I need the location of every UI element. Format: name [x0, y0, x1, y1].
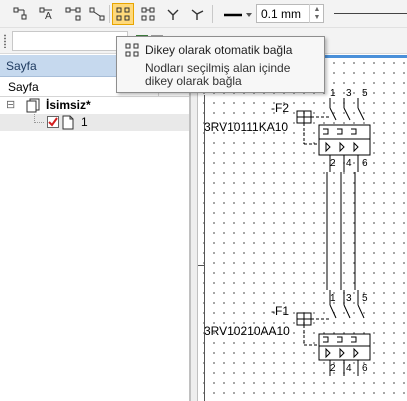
tree-node-label: 1 — [81, 115, 88, 129]
branch-right-icon[interactable] — [186, 3, 208, 25]
page-icon — [62, 115, 74, 133]
branch-icon[interactable] — [162, 3, 184, 25]
f1-pin-2: 2 — [330, 363, 336, 374]
f2-tag[interactable]: -F2 — [271, 101, 289, 115]
canvas-edge-tick — [198, 265, 205, 266]
secondary-toolbar-input[interactable] — [12, 31, 128, 51]
horizontal-connect-icon[interactable] — [62, 3, 84, 25]
tree-node-root[interactable]: ⊟ İsimsiz* — [0, 97, 189, 114]
f1-pin-5: 5 — [362, 293, 368, 304]
page-tree-pane: Sayfa Sayfa ⊟ İsimsiz* 1 — [0, 55, 190, 401]
f2-pin-2: 2 — [330, 158, 336, 169]
f1-pin-6: 6 — [362, 363, 368, 374]
f1-pin-3: 3 — [346, 293, 352, 304]
line-width-value: 0.1 mm — [261, 7, 302, 21]
diagonal-connect-icon[interactable] — [86, 3, 108, 25]
f2-pin-3: 3 — [346, 88, 352, 99]
collapse-icon[interactable]: ⊟ — [6, 98, 15, 111]
svg-text:A: A — [45, 11, 52, 22]
tree-column-label: Sayfa — [8, 80, 39, 94]
tooltip-title: Dikey olarak otomatik bağla — [145, 43, 293, 57]
f2-pin-6: 6 — [362, 158, 368, 169]
pane-splitter[interactable] — [190, 55, 198, 401]
toolbar-grip-icon — [4, 34, 6, 48]
f1-part-number[interactable]: 3RV10210AA10 — [204, 324, 290, 338]
f2-part-number[interactable]: 3RV10111KA10 — [204, 120, 288, 134]
f1-tag[interactable]: -F1 — [271, 304, 289, 318]
text-connect-icon[interactable]: A — [36, 3, 58, 25]
schematic-canvas[interactable] — [198, 55, 407, 401]
f2-pin-1: 1 — [330, 88, 336, 99]
page-checkbox[interactable] — [47, 116, 59, 128]
tree-node-page[interactable]: 1 — [0, 114, 189, 131]
line-preview[interactable] — [334, 13, 407, 14]
f1-pin-1: 1 — [330, 293, 336, 304]
vertical-auto-connect-icon[interactable] — [112, 3, 134, 25]
line-width-spinner[interactable]: ▲ ▼ — [309, 4, 324, 23]
f2-pin-5: 5 — [362, 88, 368, 99]
f1-pin-4: 4 — [346, 363, 352, 374]
tree-connector — [34, 114, 44, 123]
f2-pin-4: 4 — [346, 158, 352, 169]
tooltip: Dikey olarak otomatik bağla Nodları seçi… — [116, 36, 325, 93]
canvas-edge-line — [204, 95, 205, 401]
grid-connect-icon[interactable] — [137, 3, 159, 25]
main-toolbar: A 0.1 mm ▲ ▼ — [0, 0, 407, 28]
tree-node-label: İsimsiz* — [46, 98, 91, 112]
vertical-auto-connect-icon — [125, 43, 139, 60]
line-style-icon[interactable] — [220, 3, 254, 25]
connect-icon[interactable] — [10, 3, 32, 25]
tooltip-description: Nodları seçilmiş alan içinde dikey olara… — [145, 61, 291, 88]
